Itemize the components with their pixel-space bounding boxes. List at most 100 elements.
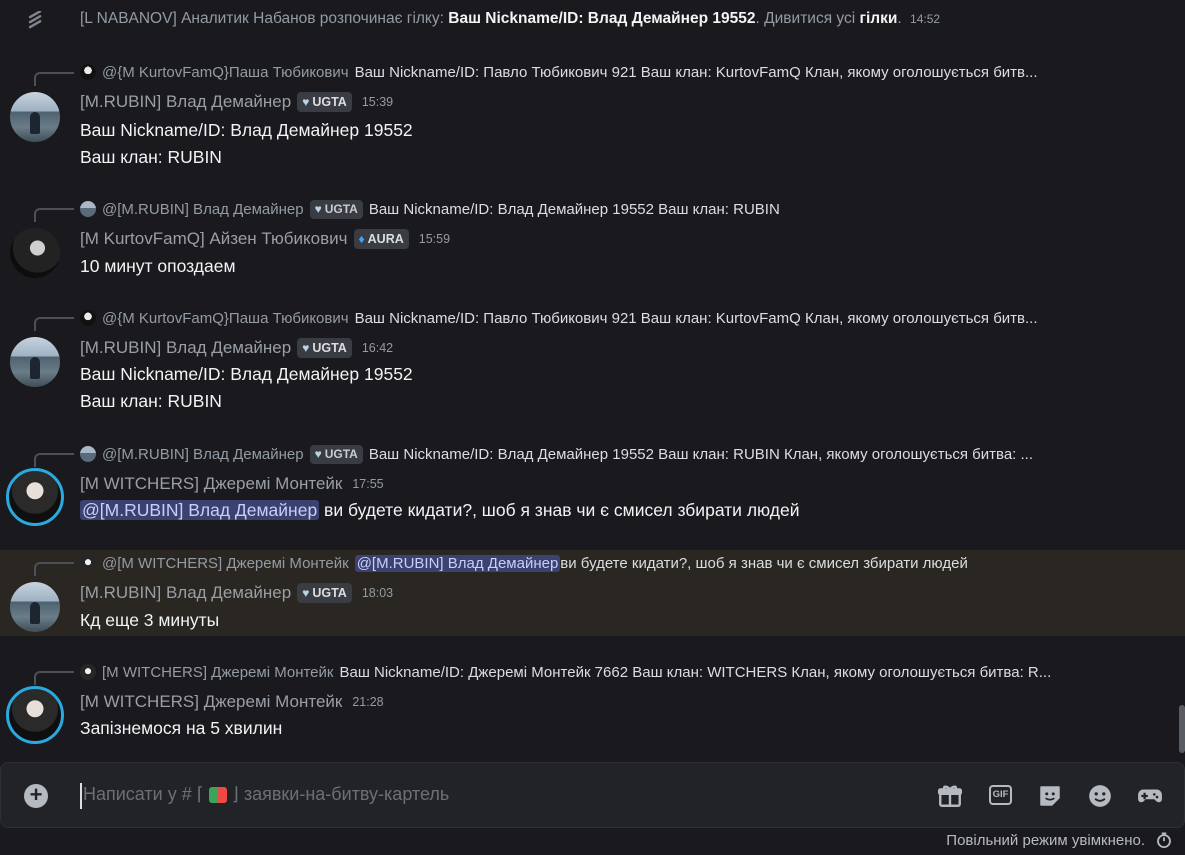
message-content: @[M.RUBIN] Влад Демайнер ви будете кидат… (80, 500, 800, 520)
heart-icon: ♥ (314, 202, 322, 216)
message[interactable]: @{M KurtovFamQ}Паша Тюбикович Ваш Nickna… (0, 58, 1185, 176)
timestamp: 21:28 (352, 695, 384, 709)
gif-icon[interactable]: GIF (989, 785, 1012, 805)
reply-spine (34, 453, 74, 467)
message-content: Ваш Nickname/ID: Влад Демайнер 19552 Ваш… (80, 364, 413, 411)
reply-text[interactable]: Ваш Nickname/ID: Павло Тюбикович 921 Ваш… (355, 64, 1038, 81)
clan-tag[interactable]: ♥ UGTA (297, 583, 352, 603)
channel-emoji-icon (208, 787, 227, 804)
reply-spine (34, 72, 74, 86)
reply-avatar[interactable] (80, 446, 96, 462)
flame-icon: ♦ (358, 232, 365, 246)
reply-text[interactable]: Ваш Nickname/ID: Влад Демайнер 19552 Ваш… (369, 201, 780, 218)
system-text: [L NABANOV] Аналитик Набанов розпочинає … (80, 10, 941, 27)
message[interactable]: @[M.RUBIN] Влад Демайнер ♥ UGTA Ваш Nickn… (0, 443, 1185, 538)
slow-mode-notice: Повільний режим увімкнено. (946, 832, 1145, 849)
message-content: Ваш Nickname/ID: Влад Демайнер 19552 Ваш… (80, 120, 413, 167)
system-thread-message: [L NABANOV] Аналитик Набанов розпочинає … (0, 6, 1185, 32)
reply-text[interactable]: Ваш Nickname/ID: Павло Тюбикович 921 Ваш… (355, 310, 1038, 327)
reply-avatar[interactable] (80, 310, 96, 326)
timestamp: 16:42 (361, 341, 394, 355)
author-name[interactable]: [M.RUBIN] Влад Демайнер (80, 338, 291, 358)
reply-clan-tag[interactable]: ♥ UGTA (309, 444, 363, 464)
reply-author[interactable]: @[M WITCHERS] Джеремі Монтейк (102, 555, 349, 572)
timer-icon (1157, 832, 1171, 849)
avatar[interactable] (10, 337, 60, 387)
reply-text[interactable]: Ваш Nickname/ID: Джеремі Монтейк 7662 Ва… (339, 664, 1051, 681)
avatar[interactable] (6, 686, 64, 744)
reply-spine (34, 562, 74, 576)
reply-preview[interactable]: @{M KurtovFamQ}Паша Тюбикович Ваш Nickna… (80, 308, 1145, 328)
reply-spine (34, 671, 74, 685)
avatar[interactable] (10, 582, 60, 632)
emoji-icon[interactable] (1087, 783, 1113, 809)
author-name[interactable]: [M KurtovFamQ] Айзен Тюбикович (80, 229, 348, 249)
message[interactable]: [M WITCHERS] Джеремі Монтейк Ваш Nicknam… (0, 661, 1185, 751)
chat-messages: [L NABANOV] Аналитик Набанов розпочинає … (0, 0, 1185, 760)
reply-author[interactable]: @{M KurtovFamQ}Паша Тюбикович (102, 310, 349, 327)
reply-preview[interactable]: [M WITCHERS] Джеремі Монтейк Ваш Nicknam… (80, 662, 1145, 682)
reply-avatar[interactable] (80, 664, 96, 680)
message-header: [M WITCHERS] Джеремі Монтейк 17:55 (80, 471, 384, 497)
reply-text[interactable]: ви будете кидати?, шоб я знав чи є смисе… (560, 555, 968, 572)
heart-icon: ♥ (314, 447, 322, 461)
thread-icon (28, 11, 42, 29)
reply-preview[interactable]: @[M.RUBIN] Влад Демайнер ♥ UGTA Ваш Nickn… (80, 199, 1145, 219)
reply-author[interactable]: @{M KurtovFamQ}Паша Тюбикович (102, 64, 349, 81)
avatar[interactable] (10, 92, 60, 142)
message-header: [M.RUBIN] Влад Демайнер ♥ UGTA 16:42 (80, 335, 393, 361)
author-name[interactable]: [M WITCHERS] Джеремі Монтейк (80, 474, 342, 494)
timestamp: 15:39 (361, 95, 394, 109)
heart-icon: ♥ (302, 586, 310, 600)
reply-clan-tag[interactable]: ♥ UGTA (309, 199, 363, 219)
reply-avatar[interactable] (80, 201, 96, 217)
activity-icon[interactable] (1137, 783, 1163, 809)
heart-icon: ♥ (302, 341, 310, 355)
reply-spine (34, 317, 74, 331)
message-header: [M.RUBIN] Влад Демайнер ♥ UGTA 15:39 (80, 89, 393, 115)
message-header: [M WITCHERS] Джеремі Монтейк 21:28 (80, 689, 384, 715)
message[interactable]: @{M KurtovFamQ}Паша Тюбикович Ваш Nickna… (0, 307, 1185, 425)
reply-spine (34, 208, 74, 222)
reply-avatar[interactable] (80, 64, 96, 80)
message-content: 10 минут опоздаем (80, 256, 236, 276)
clan-tag[interactable]: ♦ AURA (353, 229, 409, 249)
avatar[interactable] (10, 228, 60, 278)
thread-name-link[interactable]: Ваш Nickname/ID: Влад Демайнер 19552 (448, 10, 755, 27)
reply-author[interactable]: [M WITCHERS] Джеремі Монтейк (102, 664, 333, 681)
timestamp: 17:55 (352, 477, 384, 491)
plus-icon[interactable]: + (24, 784, 48, 808)
message-content: Запізнемося на 5 хвилин (80, 718, 283, 738)
reply-author[interactable]: @[M.RUBIN] Влад Демайнер (102, 446, 304, 463)
gift-icon[interactable] (937, 783, 963, 809)
timestamp: 18:03 (361, 586, 394, 600)
composer-placeholder[interactable]: Написати у # ⌈ ⌋ заявки-на-битву-картель (83, 784, 449, 805)
message-composer[interactable]: + Написати у # ⌈ ⌋ заявки-на-битву-карте… (0, 762, 1185, 828)
author-name[interactable]: [M.RUBIN] Влад Демайнер (80, 92, 291, 112)
reply-text[interactable]: Ваш Nickname/ID: Влад Демайнер 19552 Ваш… (369, 446, 1033, 463)
scrollbar-thumb[interactable] (1179, 705, 1185, 753)
message-highlighted[interactable]: @[M WITCHERS] Джеремі Монтейк @[M.RUBIN]… (0, 550, 1185, 636)
heart-icon: ♥ (302, 95, 310, 109)
message-content: Кд еще 3 минуты (80, 610, 220, 630)
message[interactable]: @[M.RUBIN] Влад Демайнер ♥ UGTA Ваш Nickn… (0, 198, 1185, 286)
sticker-icon[interactable] (1037, 783, 1063, 809)
message-header: [M KurtovFamQ] Айзен Тюбикович ♦ AURA 15:… (80, 226, 450, 252)
timestamp: 15:59 (418, 232, 451, 246)
timestamp: 14:52 (910, 12, 941, 26)
reply-mention[interactable]: @[M.RUBIN] Влад Демайнер (354, 554, 561, 572)
text-caret (80, 783, 82, 809)
clan-tag[interactable]: ♥ UGTA (297, 338, 352, 358)
clan-tag[interactable]: ♥ UGTA (297, 92, 352, 112)
reply-preview[interactable]: @[M WITCHERS] Джеремі Монтейк @[M.RUBIN]… (80, 553, 1145, 573)
avatar[interactable] (6, 468, 64, 526)
author-name[interactable]: [M WITCHERS] Джеремі Монтейк (80, 692, 342, 712)
user-mention[interactable]: @[M.RUBIN] Влад Демайнер (80, 500, 320, 520)
reply-avatar[interactable] (80, 555, 96, 571)
threads-link[interactable]: гілки (859, 10, 897, 27)
message-header: [M.RUBIN] Влад Демайнер ♥ UGTA 18:03 (80, 580, 393, 606)
author-name[interactable]: [M.RUBIN] Влад Демайнер (80, 583, 291, 603)
reply-preview[interactable]: @{M KurtovFamQ}Паша Тюбикович Ваш Nickna… (80, 62, 1145, 82)
reply-author[interactable]: @[M.RUBIN] Влад Демайнер (102, 201, 304, 218)
reply-preview[interactable]: @[M.RUBIN] Влад Демайнер ♥ UGTA Ваш Nickn… (80, 444, 1145, 464)
